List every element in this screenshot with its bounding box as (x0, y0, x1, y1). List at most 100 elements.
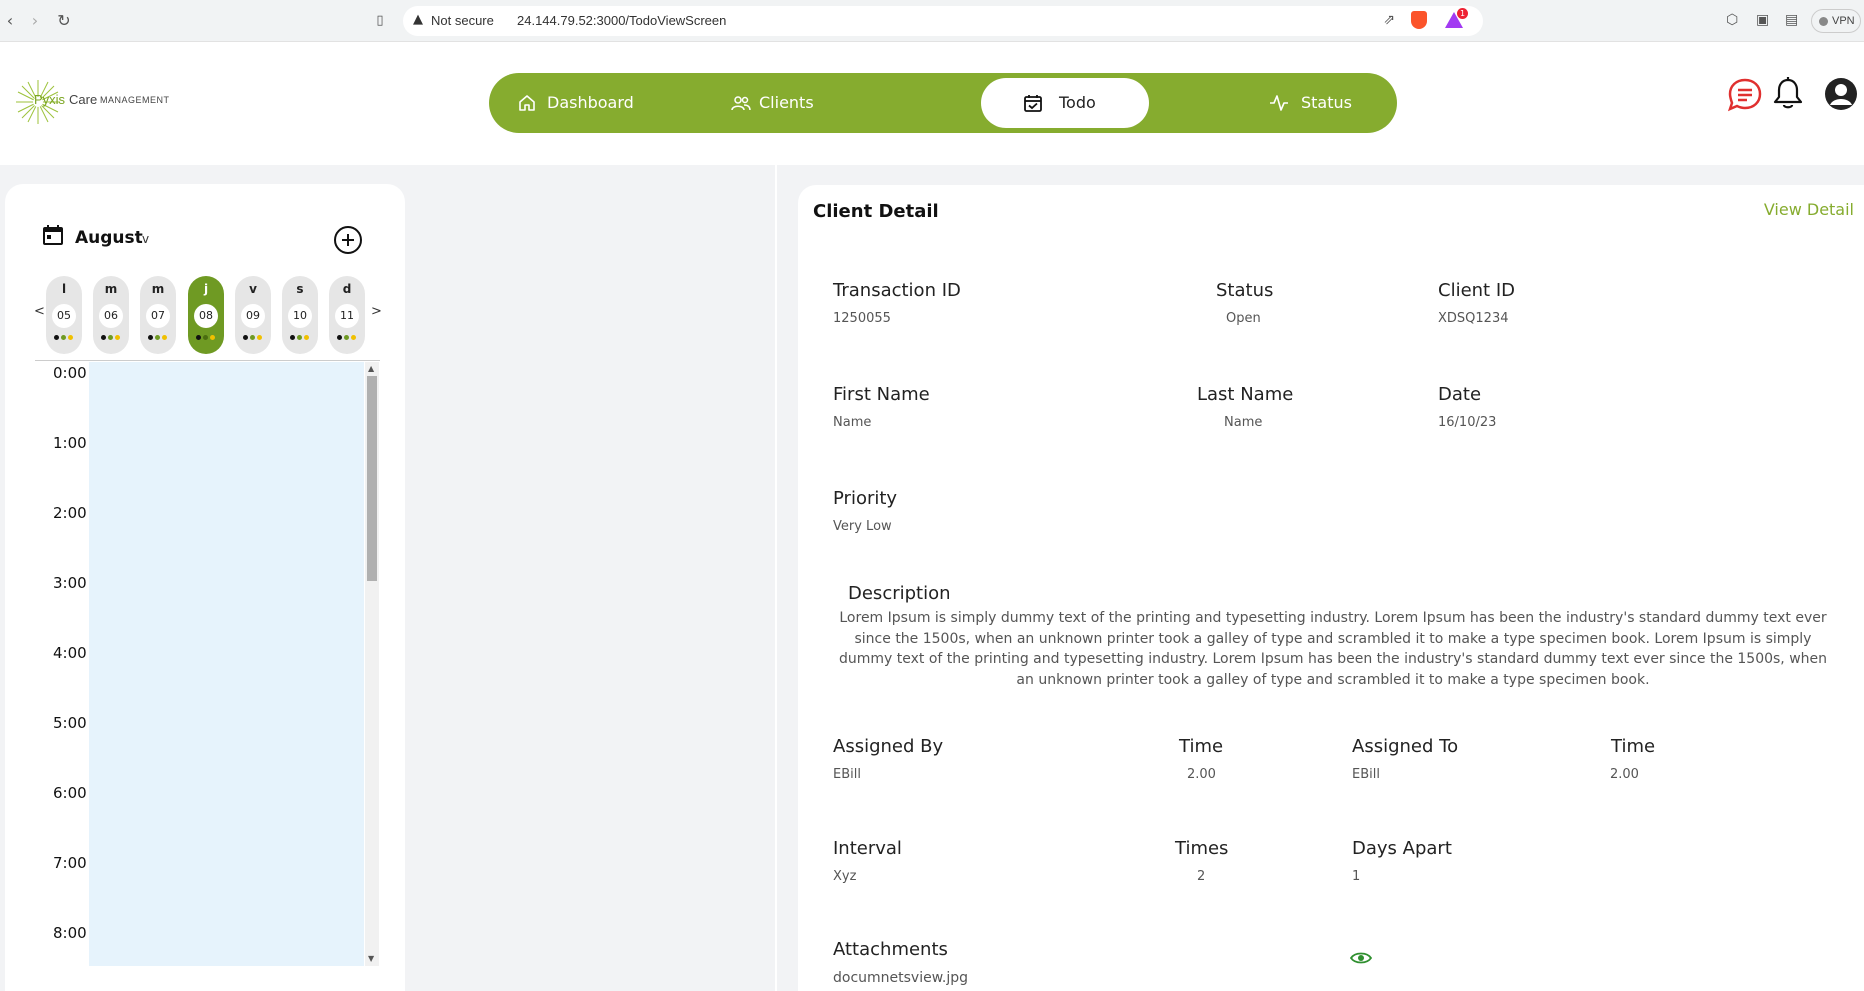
hour-label: 8:00 (53, 924, 87, 942)
forward-icon[interactable]: › (25, 11, 45, 31)
next-week-button[interactable]: > (371, 304, 382, 319)
url-text[interactable]: 24.144.79.52:3000/TodoViewScreen (517, 13, 726, 28)
hour-label: 2:00 (53, 504, 87, 522)
brand-logo[interactable]: Pyxis Care MANAGEMENT (14, 78, 174, 126)
security-label: Not secure (431, 13, 494, 28)
nav-dashboard-label: Dashboard (547, 93, 634, 112)
transaction-id-value: 1250055 (833, 311, 891, 326)
extensions-icon[interactable]: ⬡ (1726, 12, 1738, 28)
chat-icon[interactable] (1727, 77, 1763, 113)
hour-label: 4:00 (53, 644, 87, 662)
day-number: 10 (288, 304, 312, 328)
attachment-file-name[interactable]: documnetsview.jpg (833, 970, 968, 986)
day-chip[interactable]: s 10 (282, 276, 318, 354)
browser-toolbar: ‹ › ↻ ▯ ▲ Not secure 24.144.79.52:3000/T… (0, 0, 1864, 42)
day-letter: j (203, 282, 209, 296)
day-indicators (54, 335, 74, 341)
vpn-button[interactable]: VPN (1811, 9, 1861, 33)
description-text: Lorem Ipsum is simply dummy text of the … (838, 610, 1828, 688)
attachments-label: Attachments (833, 939, 948, 960)
calendar-check-icon (1024, 95, 1042, 112)
day-chip[interactable]: d 11 (329, 276, 365, 354)
view-detail-link[interactable]: View Detail (1764, 200, 1854, 219)
add-todo-button[interactable] (334, 226, 362, 254)
user-avatar-icon[interactable] (1824, 77, 1858, 111)
day-indicators (196, 335, 216, 341)
hour-label: 3:00 (53, 574, 87, 592)
hour-label: 1:00 (53, 434, 87, 452)
assigned-to-label: Assigned To (1352, 736, 1459, 757)
priority-value: Very Low (833, 519, 892, 534)
reload-icon[interactable]: ↻ (54, 11, 74, 31)
day-number: 06 (99, 304, 123, 328)
scroll-down-icon[interactable]: ▼ (368, 954, 374, 963)
sidebar-icon[interactable]: ▣ (1756, 12, 1769, 28)
day-indicators (148, 335, 168, 341)
assigned-by-value: EBill (833, 767, 861, 782)
day-letter: m (104, 282, 118, 296)
day-timeline: 0:00 1:00 2:00 3:00 4:00 5:00 6:00 7:00 … (35, 360, 380, 991)
users-icon (731, 96, 751, 111)
day-letter: m (151, 282, 165, 296)
assigned-to-value: EBill (1352, 767, 1380, 782)
month-selector[interactable]: August (75, 228, 143, 248)
brave-shield-icon[interactable] (1411, 11, 1427, 29)
brand-name-pyxis: Pyxis (34, 92, 66, 107)
day-chip[interactable]: l 05 (46, 276, 82, 354)
day-number: 08 (194, 304, 218, 328)
last-name-label: Last Name (1197, 384, 1294, 405)
day-letter: l (61, 282, 67, 296)
address-bar[interactable]: ▲ Not secure 24.144.79.52:3000/TodoViewS… (403, 6, 1483, 36)
brand-name-care: Care (69, 92, 98, 107)
hour-label: 5:00 (53, 714, 87, 732)
status-label: Status (1216, 280, 1274, 301)
time-value: 2.00 (1610, 767, 1639, 782)
panel-divider (775, 165, 777, 991)
nav-clients-label: Clients (759, 93, 814, 112)
day-letter: v (249, 282, 257, 296)
day-indicators (243, 335, 263, 341)
assigned-by-label: Assigned By (833, 736, 944, 757)
bookmark-icon[interactable]: ▯ (370, 11, 390, 31)
scroll-up-icon[interactable]: ▲ (368, 364, 374, 373)
day-number: 07 (146, 304, 170, 328)
time-label: Time (1179, 736, 1224, 757)
first-name-label: First Name (833, 384, 930, 405)
priority-label: Priority (833, 488, 898, 509)
day-chip[interactable]: m 07 (140, 276, 176, 354)
bell-icon[interactable] (1771, 76, 1805, 112)
day-letter: s (296, 282, 304, 296)
activity-icon (1270, 95, 1288, 111)
brand-name-management: MANAGEMENT (100, 95, 170, 105)
timeline-scrollbar[interactable]: ▲ ▼ (365, 362, 379, 966)
eye-icon[interactable] (1350, 951, 1372, 965)
nav-dashboard[interactable]: Dashboard (509, 78, 669, 128)
day-chip-selected[interactable]: j 08 (188, 276, 224, 354)
day-chip[interactable]: v 09 (235, 276, 271, 354)
first-name-value: Name (833, 415, 872, 430)
time-label: Time (1611, 736, 1656, 757)
back-icon[interactable]: ‹ (0, 11, 20, 31)
status-value: Open (1226, 311, 1261, 326)
date-value: 16/10/23 (1438, 415, 1497, 430)
scrollbar-thumb[interactable] (367, 376, 377, 581)
transaction-id-label: Transaction ID (833, 280, 961, 301)
share-icon[interactable]: ⇗ (1383, 12, 1395, 28)
nav-status[interactable]: Status (1269, 78, 1389, 128)
nav-clients[interactable]: Clients (729, 78, 869, 128)
client-detail-panel: Client Detail View Detail Transaction ID… (798, 185, 1864, 991)
nav-status-label: Status (1301, 93, 1352, 112)
wallet-icon[interactable]: ▤ (1785, 12, 1798, 28)
home-icon (519, 95, 535, 111)
day-chip[interactable]: m 06 (93, 276, 129, 354)
prev-week-button[interactable]: < (34, 304, 45, 319)
day-number: 09 (241, 304, 265, 328)
timeline-divider (35, 360, 380, 361)
nav-todo[interactable]: Todo (981, 78, 1149, 128)
description-label: Description (848, 583, 951, 604)
timeline-slot-area[interactable] (89, 362, 364, 966)
client-id-value: XDSQ1234 (1438, 311, 1509, 326)
times-label: Times (1175, 838, 1229, 859)
chevron-down-icon[interactable]: v (142, 232, 149, 246)
time-value: 2.00 (1187, 767, 1216, 782)
